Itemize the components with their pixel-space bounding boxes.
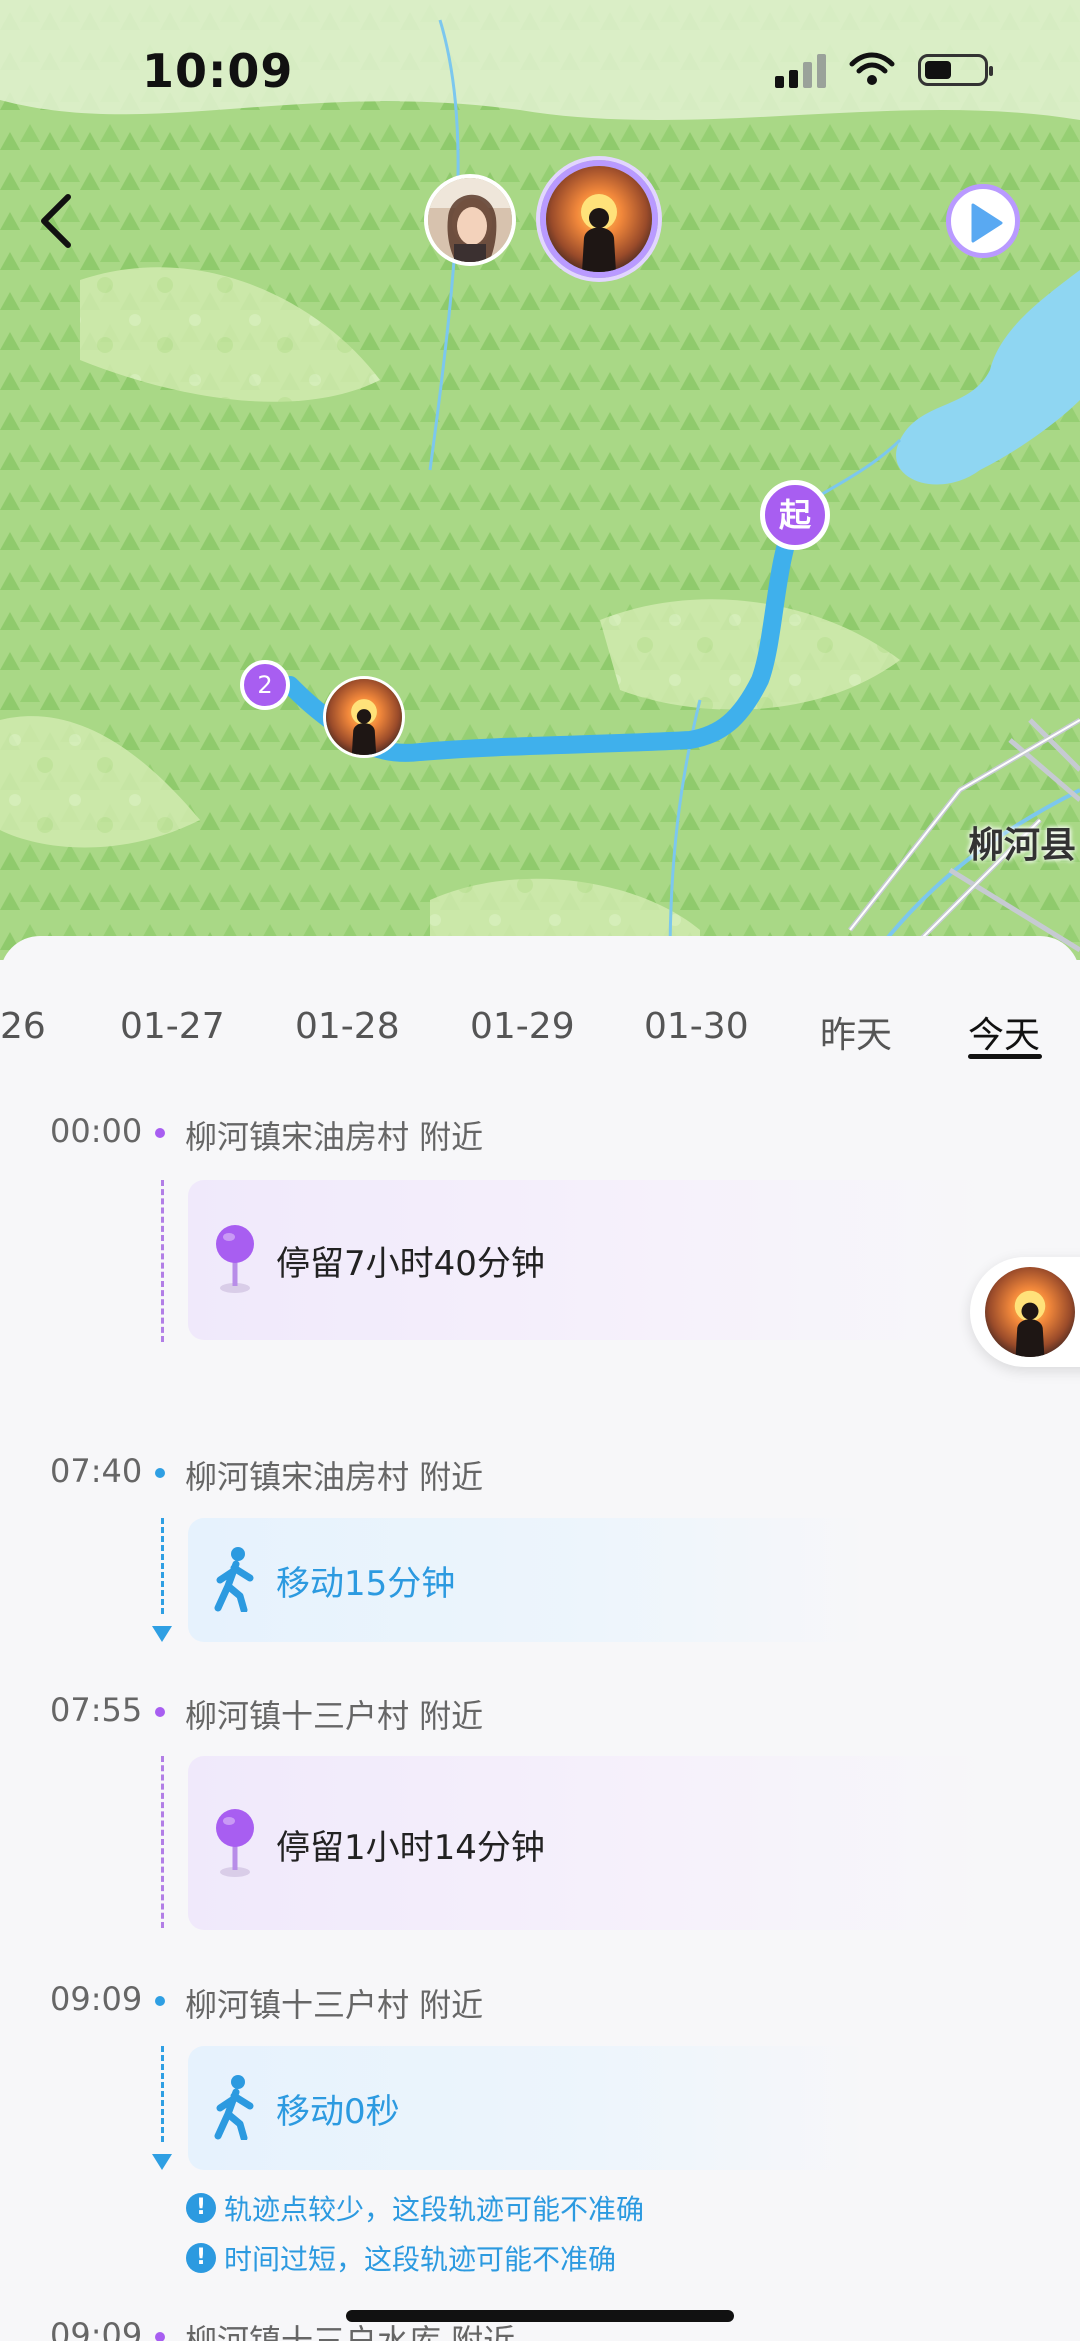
entry-time: 09:09 bbox=[50, 1980, 143, 2018]
stay-duration: 停留7小时40分钟 bbox=[276, 1244, 545, 1284]
status-icons bbox=[775, 52, 993, 88]
member-avatar-selected[interactable] bbox=[540, 160, 658, 278]
move-duration: 移动0秒 bbox=[276, 2092, 400, 2132]
terrain-map bbox=[0, 0, 1080, 960]
back-arrow-icon bbox=[41, 194, 71, 248]
avatar-photo bbox=[428, 178, 512, 262]
move-duration: 移动15分钟 bbox=[276, 1564, 456, 1604]
warning-text: 时间过短，这段轨迹可能不准确 bbox=[224, 2243, 617, 2276]
exclamation-icon: ! bbox=[186, 2193, 216, 2223]
map-place-label: 柳河县 bbox=[968, 825, 1077, 866]
wifi-icon bbox=[849, 52, 895, 85]
member-avatar-girl[interactable] bbox=[424, 174, 516, 266]
warning-row: ! 时间过短，这段轨迹可能不准确 bbox=[186, 2238, 616, 2278]
play-track-button[interactable] bbox=[946, 184, 1020, 258]
floating-avatar bbox=[985, 1267, 1075, 1357]
arrow-down-icon bbox=[152, 1626, 172, 1642]
date-tab-01-30[interactable]: 01-30 bbox=[644, 1006, 749, 1047]
avatar-photo-sunset bbox=[985, 1267, 1075, 1357]
date-tab-yesterday[interactable]: 昨天 bbox=[820, 1006, 892, 1058]
date-tab-26[interactable]: 26 bbox=[0, 1006, 46, 1047]
date-tab-01-28[interactable]: 01-28 bbox=[295, 1006, 400, 1047]
move-card[interactable]: 移动15分钟 bbox=[188, 1518, 868, 1642]
back-button[interactable] bbox=[30, 185, 90, 255]
entry-location: 柳河镇十三户村 附近 bbox=[185, 1697, 484, 1735]
timeline-connector bbox=[161, 1756, 164, 1928]
timeline-sheet[interactable]: 26 01-27 01-28 01-29 01-30 昨天 今天 00:00 柳… bbox=[0, 936, 1080, 2341]
walking-person-icon bbox=[214, 2075, 254, 2140]
map-current-position-avatar[interactable] bbox=[323, 676, 405, 758]
timeline-dot bbox=[155, 1128, 165, 1138]
status-time: 10:09 bbox=[142, 44, 294, 98]
entry-location: 柳河镇宋油房村 附近 bbox=[185, 1118, 484, 1156]
entry-time: 00:00 bbox=[50, 1112, 143, 1150]
date-tabs: 26 01-27 01-28 01-29 01-30 昨天 今天 bbox=[0, 936, 1080, 1059]
warning-row: ! 轨迹点较少，这段轨迹可能不准确 bbox=[186, 2188, 644, 2228]
map-view[interactable]: 10:09 起 2 柳河县 bbox=[0, 0, 1080, 960]
cellular-signal-icon bbox=[775, 52, 826, 88]
timeline-connector bbox=[161, 1518, 164, 1614]
location-pin-icon bbox=[216, 1225, 254, 1293]
avatar-photo-sunset bbox=[326, 679, 402, 755]
floating-avatar-button[interactable] bbox=[970, 1257, 1080, 1367]
entry-time: 07:55 bbox=[50, 1691, 143, 1729]
date-tab-01-29[interactable]: 01-29 bbox=[470, 1006, 575, 1047]
entry-location: 柳河镇十三户村 附近 bbox=[185, 1986, 484, 2024]
warning-text: 轨迹点较少，这段轨迹可能不准确 bbox=[224, 2193, 645, 2226]
stay-duration: 停留1小时14分钟 bbox=[276, 1828, 545, 1868]
arrow-down-icon bbox=[152, 2154, 172, 2170]
date-tab-01-27[interactable]: 01-27 bbox=[120, 1006, 225, 1047]
entry-location: 柳河镇宋油房村 附近 bbox=[185, 1458, 484, 1496]
entry-time: 09:09 bbox=[50, 2316, 143, 2341]
timeline-dot bbox=[155, 2332, 165, 2341]
route-start-marker[interactable]: 起 bbox=[760, 480, 830, 550]
location-pin-icon bbox=[216, 1809, 254, 1877]
battery-icon bbox=[918, 54, 993, 86]
timeline-connector bbox=[161, 1180, 164, 1342]
entry-time: 07:40 bbox=[50, 1452, 143, 1490]
move-card[interactable]: 移动0秒 bbox=[188, 2046, 868, 2170]
active-tab-underline bbox=[968, 1054, 1042, 1059]
timeline-connector bbox=[161, 2046, 164, 2142]
stay-card[interactable]: 停留7小时40分钟 bbox=[188, 1180, 988, 1340]
timeline-dot bbox=[155, 1707, 165, 1717]
play-icon bbox=[971, 203, 1003, 243]
timeline-dot bbox=[155, 1996, 165, 2006]
timeline-dot bbox=[155, 1468, 165, 1478]
date-tab-today[interactable]: 今天 bbox=[968, 1006, 1040, 1058]
avatar-photo-sunset bbox=[546, 166, 652, 272]
home-indicator[interactable] bbox=[346, 2310, 734, 2322]
stay-card[interactable]: 停留1小时14分钟 bbox=[188, 1756, 988, 1930]
route-stop-marker[interactable]: 2 bbox=[240, 660, 290, 710]
walking-person-icon bbox=[214, 1547, 254, 1612]
exclamation-icon: ! bbox=[186, 2243, 216, 2273]
